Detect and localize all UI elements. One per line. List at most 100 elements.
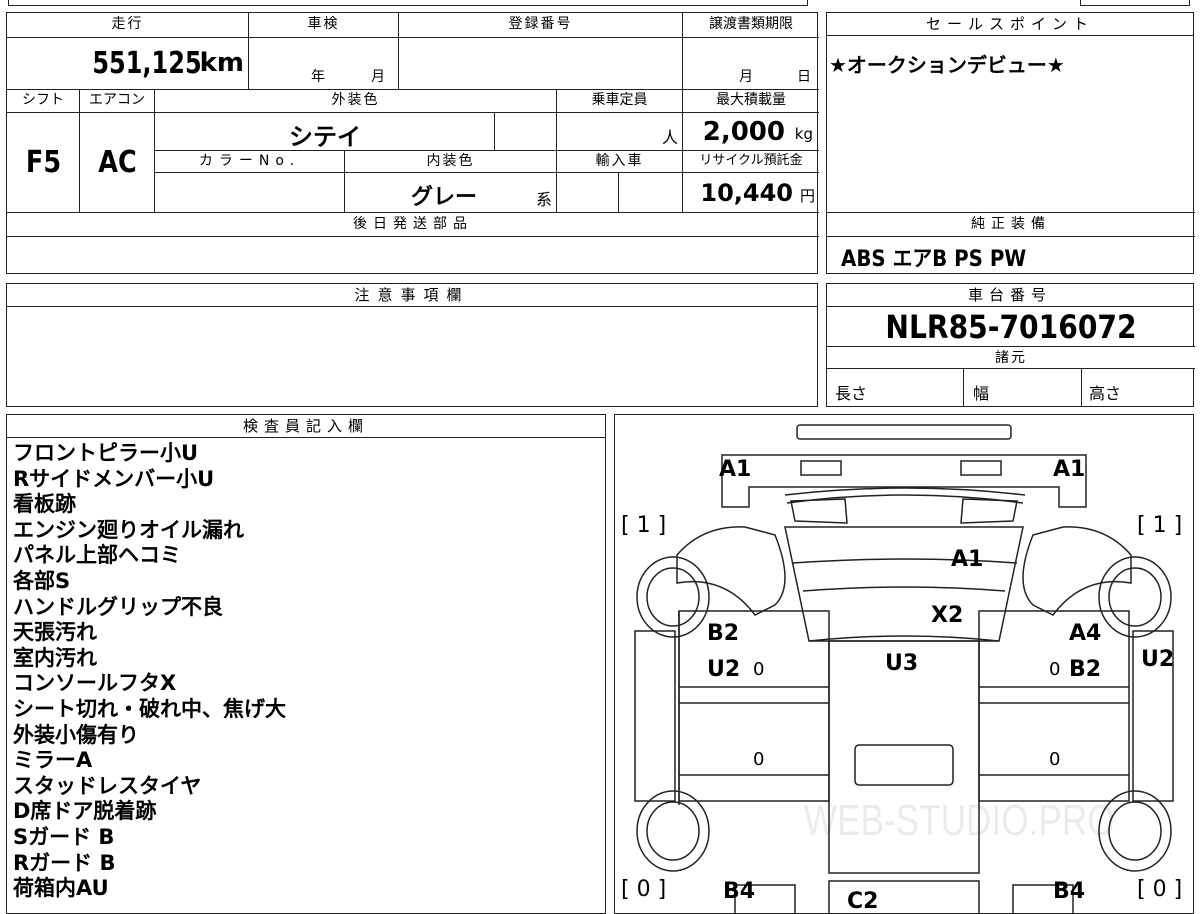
inspector-notes-header: 検査員記入欄 <box>7 415 605 438</box>
spec-length: 長さ <box>835 384 868 403</box>
shift-value: F5 <box>25 145 62 180</box>
caution-notes-box: 注意事項欄 <box>6 283 818 407</box>
inspector-note-line: エンジン廻りオイル漏れ <box>13 517 244 542</box>
label-b2-left: B2 <box>707 621 740 646</box>
label-u2-left: U2 <box>707 657 741 682</box>
label-b4-left: B4 <box>723 879 756 904</box>
inspector-note-line: 天張汚れ <box>13 620 97 645</box>
recycle-value-cell: 10,440 円 <box>683 173 819 213</box>
max-load-header: 最大積載量 <box>683 90 819 113</box>
aircon-value-cell: AC <box>80 113 155 213</box>
capacity-header: 乗車定員 <box>557 90 683 113</box>
capacity-unit: 人 <box>661 128 678 147</box>
later-parts-value <box>7 237 819 273</box>
mileage-value-cell: 551,125 km <box>7 38 249 90</box>
mileage-header: 走行 <box>7 13 249 38</box>
inspection-year: 年 <box>311 69 325 85</box>
transfer-value-cell: 月 日 <box>683 38 819 90</box>
inspector-note-line: 室内汚れ <box>13 645 97 670</box>
inspector-note-line: ハンドルグリップ不良 <box>13 594 223 619</box>
sales-point-box: セールスポイント ★オークションデビュー★ 純正装備 ABS エアB PS PW <box>826 12 1195 274</box>
label-c2: C2 <box>847 889 879 914</box>
inspector-note-line: 荷箱内AU <box>13 876 109 901</box>
inspector-note-line: 各部S <box>13 568 71 593</box>
recycle-unit: 円 <box>799 187 815 205</box>
tire-front-left: [ 1 ] <box>621 513 667 538</box>
zero-2: 0 <box>1049 659 1061 680</box>
import-header: 輸入車 <box>557 151 683 173</box>
tire-rear-left: [ 0 ] <box>621 877 667 902</box>
max-load-value-cell: 2,000 kg <box>683 113 819 151</box>
vehicle-info-table: 走行 車検 登録番号 譲渡書類期限 551,125 km 年 月 月 日 シフト… <box>6 12 819 274</box>
label-b2-right: B2 <box>1069 657 1102 682</box>
inspector-note-line: ミラーA <box>13 748 93 773</box>
inspector-note-line: フロントピラー小U <box>13 441 199 465</box>
inspector-note-line: Sガード B <box>13 824 115 849</box>
aircon-value: AC <box>98 145 137 180</box>
registration-header: 登録番号 <box>399 13 683 38</box>
equipment-value: ABS エアB PS PW <box>841 247 1027 272</box>
spec-width: 幅 <box>973 384 990 403</box>
interior-color-header: 内装色 <box>345 151 557 173</box>
interior-color-value-cell: グレー 系 <box>345 173 557 213</box>
label-a4: A4 <box>1069 621 1102 646</box>
label-u3: U3 <box>885 651 919 676</box>
spec-height: 高さ <box>1089 384 1122 403</box>
max-load-unit: kg <box>794 125 813 143</box>
interior-color-value: グレー <box>411 185 478 210</box>
sales-point-header: セールスポイント <box>827 13 1193 36</box>
inspector-note-line: Rガード B <box>13 850 116 875</box>
chassis-value: NLR85-7016072 <box>885 308 1137 346</box>
max-load-value: 2,000 <box>702 117 785 147</box>
mileage-value: 551,125 <box>92 46 202 81</box>
recycle-value: 10,440 <box>700 179 793 207</box>
inspector-note-line: スタッドレスタイヤ <box>13 773 202 798</box>
zero-4: 0 <box>1049 749 1061 770</box>
exterior-color-value-cell: シテイ <box>155 113 495 151</box>
tire-rear-right: [ 0 ] <box>1137 877 1183 902</box>
inspector-note-line: 看板跡 <box>13 492 76 517</box>
label-b4-right: B4 <box>1053 879 1086 904</box>
capacity-value-cell: 人 <box>557 113 683 151</box>
top-strip <box>0 0 1200 6</box>
inspection-header: 車検 <box>249 13 399 38</box>
aircon-header: エアコン <box>80 90 155 113</box>
inspection-month: 月 <box>371 69 385 85</box>
color-no-header: カラーNo. <box>155 151 345 173</box>
import-value-cell <box>557 173 619 213</box>
chassis-header: 車台番号 <box>827 284 1193 307</box>
equipment-header: 純正装備 <box>827 213 1195 237</box>
inspector-note-line: コンソールフタX <box>13 671 177 696</box>
inspector-note-line: 外装小傷有り <box>13 722 139 747</box>
inspector-notes-list: フロントピラー小U Rサイドメンバー小U 看板跡 エンジン廻りオイル漏れ パネル上部ヘコ… <box>13 441 286 902</box>
label-x2: X2 <box>931 603 964 628</box>
exterior-color-extra-cell <box>495 113 557 151</box>
exterior-color-value: シテイ <box>289 123 361 151</box>
sales-point-value: ★オークションデビュー★ <box>829 53 1065 77</box>
label-a1-left: A1 <box>719 457 752 482</box>
exterior-color-header: 外装色 <box>155 90 557 113</box>
zero-1: 0 <box>753 659 765 680</box>
shift-header: シフト <box>7 90 80 113</box>
specs-header: 諸元 <box>827 346 1195 369</box>
caution-notes-header: 注意事項欄 <box>7 284 817 307</box>
inspector-note-line: Rサイドメンバー小U <box>13 466 215 491</box>
inspector-note-line: D席ドア脱着跡 <box>13 799 157 824</box>
transfer-day: 日 <box>797 69 811 85</box>
label-a1-center: A1 <box>951 547 984 572</box>
inspector-notes-box: 検査員記入欄 フロントピラー小U Rサイドメンバー小U 看板跡 エンジン廻りオイル漏れ… <box>6 414 606 914</box>
inspection-value-cell: 年 月 <box>249 38 399 90</box>
watermark: WEB-STUDIO.PRO <box>804 796 1115 845</box>
damage-diagram-box: WEB-STUDIO.PRO A1 A1 A1 X2 B2 U2 U3 A4 B… <box>614 414 1194 914</box>
color-no-value-cell <box>155 173 345 213</box>
inspector-note-line: シート切れ・破れ中、焦げ大 <box>13 696 286 721</box>
tire-front-right: [ 1 ] <box>1137 513 1183 538</box>
inspector-note-line: パネル上部ヘコミ <box>13 543 181 568</box>
import-extra-cell <box>619 173 683 213</box>
chassis-box: 車台番号 NLR85-7016072 諸元 長さ 幅 高さ <box>826 283 1195 407</box>
mileage-unit: km <box>199 48 244 78</box>
transfer-header: 譲渡書類期限 <box>683 13 819 38</box>
registration-value-cell <box>399 38 683 90</box>
transfer-month: 月 <box>739 69 753 85</box>
shift-value-cell: F5 <box>7 113 80 213</box>
